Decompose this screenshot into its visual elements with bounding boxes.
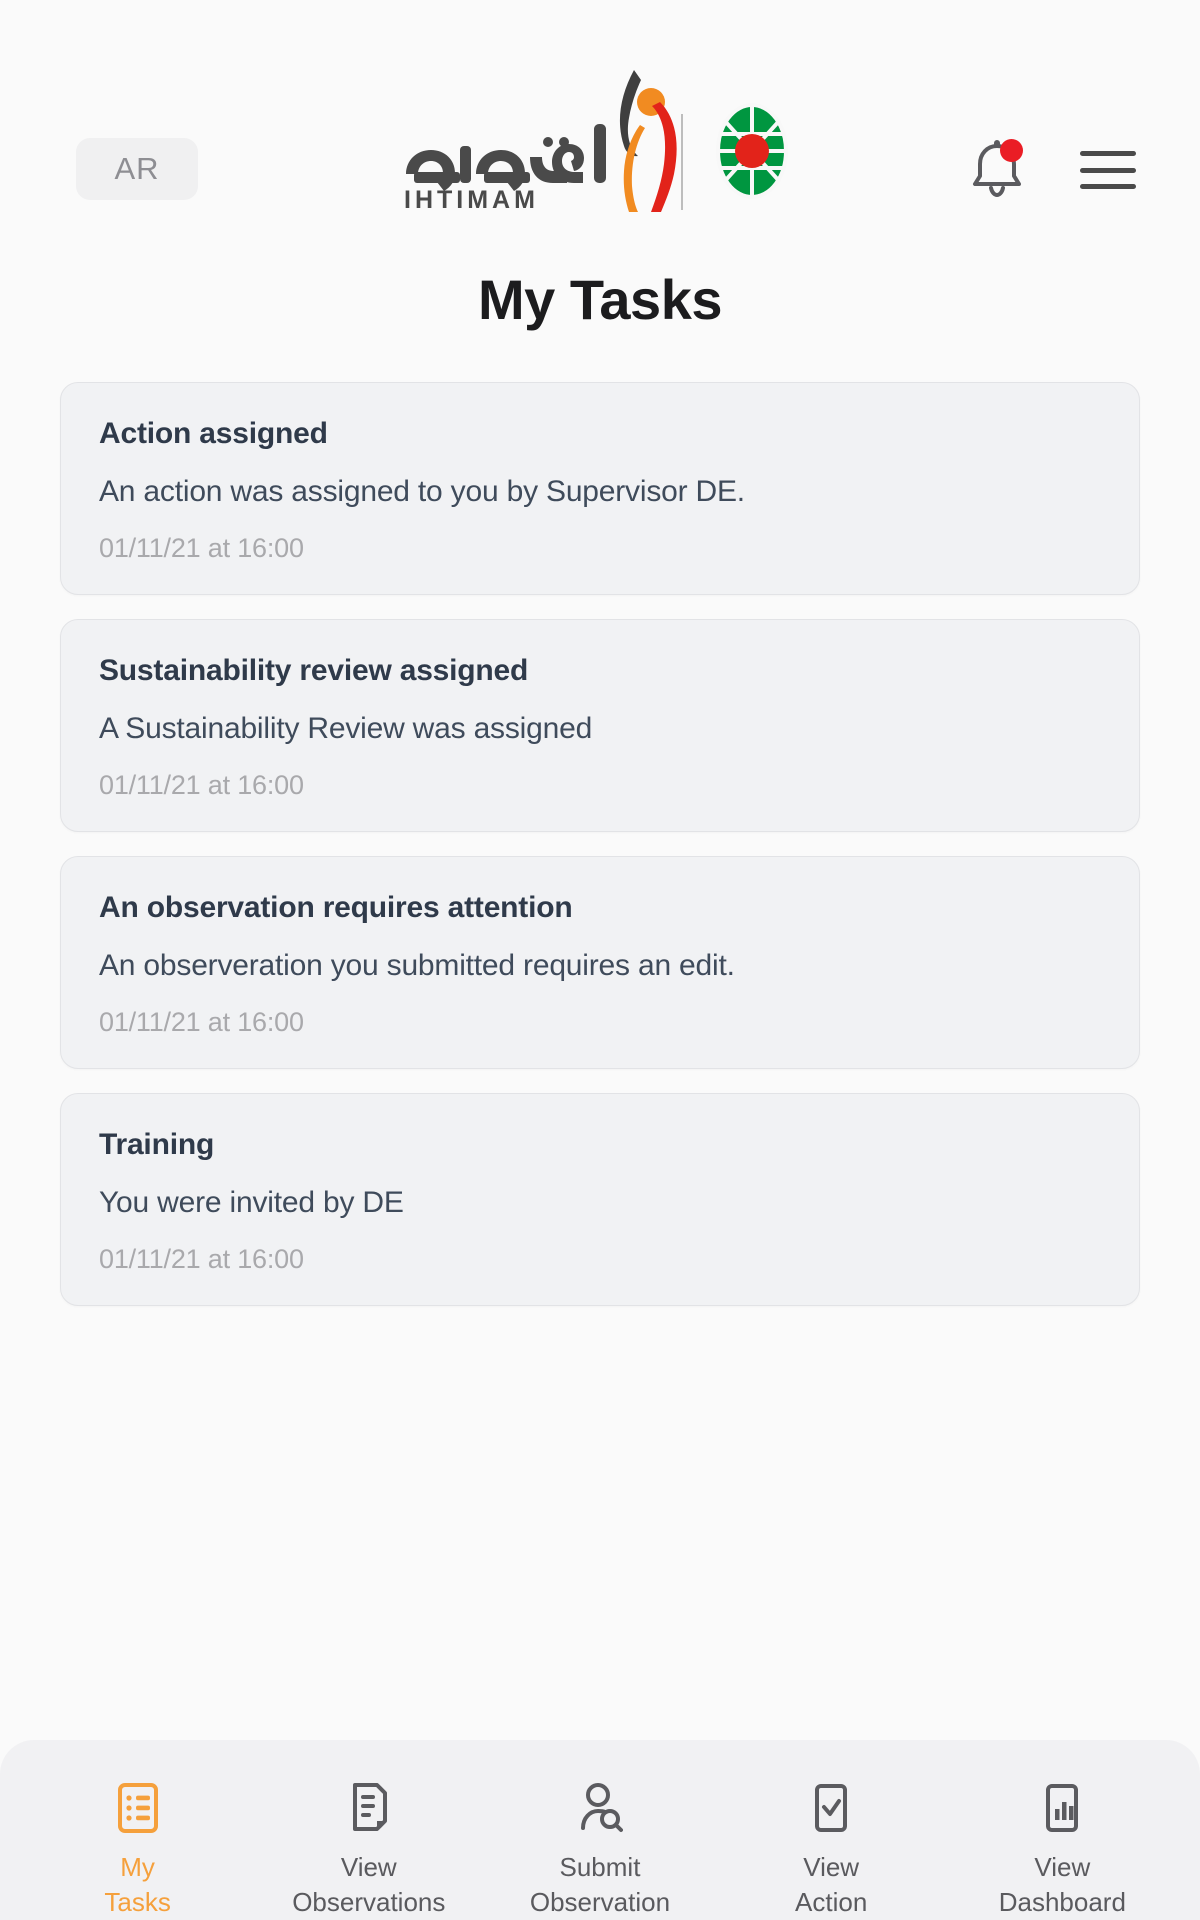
nav-label-line1: Submit	[559, 1852, 641, 1882]
task-card[interactable]: Training You were invited by DE 01/11/21…	[60, 1093, 1140, 1306]
notification-badge-dot	[1000, 139, 1023, 162]
page-title: My Tasks	[478, 268, 722, 331]
hamburger-menu-button[interactable]	[1080, 148, 1136, 192]
task-title: An observation requires attention	[99, 891, 573, 924]
task-timestamp: 01/11/21 at 16:00	[99, 533, 304, 563]
nav-label-line2: Dashboard	[998, 1886, 1126, 1917]
nav-label-line2: Observation	[529, 1886, 671, 1917]
task-timestamp: 01/11/21 at 16:00	[99, 1007, 304, 1037]
nav-label-line1: View	[803, 1852, 860, 1882]
document-list-icon	[347, 1782, 391, 1834]
bottom-navigation-bar: My Tasks View Observations Submit Observ…	[0, 1740, 1200, 1920]
task-body: An action was assigned to you by Supervi…	[99, 475, 745, 508]
task-card[interactable]: An observation requires attention An obs…	[60, 856, 1140, 1069]
app-screen: AR IHTIMAM My Tasks Action assigned An a…	[0, 0, 1200, 1920]
nav-label-line2: Tasks	[104, 1886, 171, 1917]
notification-bell-button[interactable]	[970, 139, 1024, 200]
task-timestamp: 01/11/21 at 16:00	[99, 1244, 304, 1274]
task-body: An observeration you submitted requires …	[99, 949, 735, 982]
nav-label-view-observations: View Observations	[292, 1850, 445, 1920]
bar-chart-icon	[1041, 1782, 1083, 1834]
person-search-icon	[577, 1782, 623, 1834]
language-toggle-button[interactable]: AR	[76, 138, 198, 200]
task-title: Sustainability review assigned	[99, 654, 529, 687]
checklist-icon	[116, 1782, 160, 1834]
ihtimam-logo: IHTIMAM	[398, 62, 802, 212]
nav-item-view-observations[interactable]: View Observations	[269, 1782, 469, 1920]
hamburger-line-1	[1080, 151, 1136, 156]
nav-label-my-tasks: My Tasks	[104, 1850, 170, 1920]
nav-item-view-dashboard[interactable]: View Dashboard	[962, 1782, 1162, 1920]
task-card[interactable]: Sustainability review assigned A Sustain…	[60, 619, 1140, 832]
nav-label-line1: My	[120, 1852, 155, 1882]
task-title: Action assigned	[99, 417, 328, 450]
nav-item-my-tasks[interactable]: My Tasks	[38, 1782, 238, 1920]
nav-label-line1: View	[340, 1852, 397, 1882]
app-header: AR IHTIMAM	[0, 0, 1200, 245]
nav-label-submit-observation: Submit Observation	[530, 1850, 670, 1920]
task-body: You were invited by DE	[99, 1186, 404, 1219]
nav-label-view-dashboard: View Dashboard	[999, 1850, 1126, 1920]
task-card[interactable]: Action assigned An action was assigned t…	[60, 382, 1140, 595]
nav-item-view-action[interactable]: View Action	[731, 1782, 931, 1920]
nav-label-view-action: View Action	[795, 1850, 867, 1920]
partner-emblem-icon	[716, 103, 788, 199]
nav-label-line2: Observations	[292, 1886, 446, 1917]
nav-label-line2: Action	[795, 1886, 868, 1917]
checkbox-check-icon	[810, 1782, 852, 1834]
task-title: Training	[99, 1128, 215, 1161]
svg-text:IHTIMAM: IHTIMAM	[404, 186, 539, 212]
nav-label-line1: View	[1034, 1852, 1091, 1882]
hamburger-line-3	[1080, 184, 1136, 189]
task-timestamp: 01/11/21 at 16:00	[99, 770, 304, 800]
task-list: Action assigned An action was assigned t…	[0, 382, 1200, 1704]
header-actions	[970, 139, 1136, 200]
nav-item-submit-observation[interactable]: Submit Observation	[500, 1782, 700, 1920]
task-body: A Sustainability Review was assigned	[99, 712, 593, 745]
hamburger-line-2	[1080, 167, 1136, 173]
